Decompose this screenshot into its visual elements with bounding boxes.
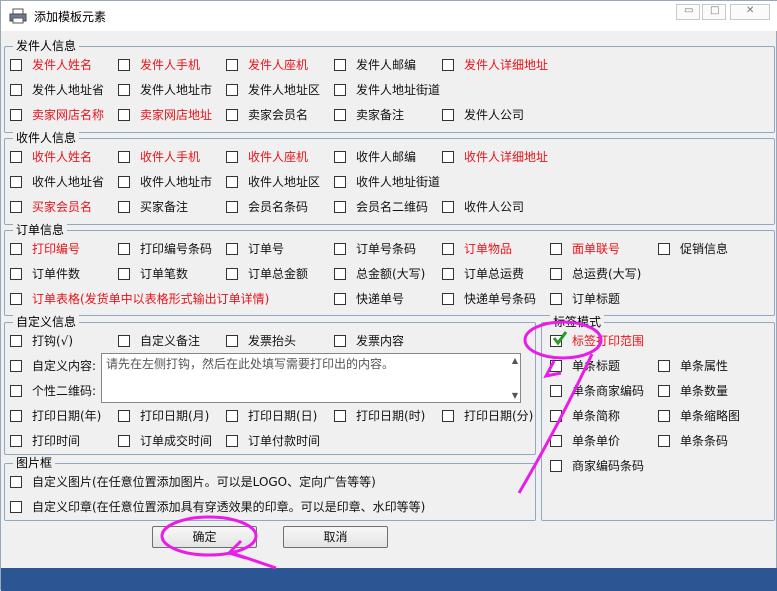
printer-icon [9, 8, 27, 24]
cancel-button[interactable]: 取消 [283, 526, 388, 548]
window-title: 添加模板元素 [34, 10, 107, 24]
minimize-icon: ▭ [684, 5, 694, 16]
check-icon [552, 331, 568, 346]
picture-legend: 图片框 [13, 455, 56, 471]
status-bar [1, 568, 777, 591]
textarea-text: 请先在左侧打钩，然后在此处填写需要打印出的内容。 [106, 357, 395, 371]
dialog-window: 添加模板元素 ▭ □ ✕ 发件人信息 发件人姓名 发件人手机 发件人座机 发件人… [0, 0, 777, 591]
maximize-icon: □ [710, 5, 720, 16]
custom-legend: 自定义信息 [13, 314, 80, 330]
scroll-up-icon[interactable]: ▲ [512, 356, 518, 365]
ok-button[interactable]: 确定 [152, 526, 257, 548]
receiver-legend: 收件人信息 [13, 130, 80, 146]
close-icon: ✕ [746, 5, 755, 16]
sender-legend: 发件人信息 [13, 38, 80, 54]
close-button[interactable]: ✕ [730, 4, 770, 20]
title-bar: 添加模板元素 ▭ □ ✕ [1, 1, 777, 31]
scroll-down-icon[interactable]: ▼ [512, 391, 518, 400]
label-mode-legend: 标签模式 [550, 314, 605, 330]
custom-content-textarea[interactable]: 请先在左侧打钩，然后在此处填写需要打印出的内容。 ▲ ▼ [101, 353, 521, 403]
minimize-button[interactable]: ▭ [676, 4, 700, 20]
order-legend: 订单信息 [13, 222, 68, 238]
maximize-button[interactable]: □ [702, 4, 726, 20]
